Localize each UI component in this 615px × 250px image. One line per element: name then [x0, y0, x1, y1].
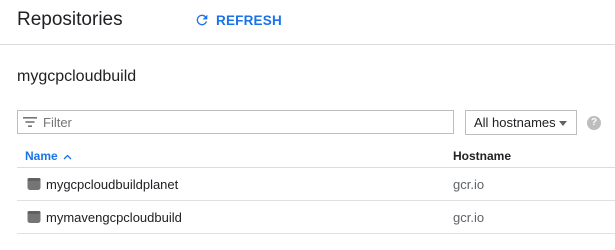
column-header-hostname[interactable]: Hostname [453, 149, 511, 163]
project-name: mygcpcloudbuild [17, 68, 137, 85]
table-row[interactable]: mymavengcpcloudbuild gcr.io [17, 201, 615, 234]
refresh-label: REFRESH [216, 12, 282, 28]
page-title: Repositories [17, 9, 123, 30]
repositories-table: Name Hostname mygcpcloudbuildplanet gcr.… [17, 143, 615, 234]
sort-ascending-icon [63, 149, 72, 163]
refresh-button[interactable]: REFRESH [194, 10, 282, 30]
hostname-select-value: All hostnames [474, 115, 556, 130]
repository-name[interactable]: mygcpcloudbuildplanet [46, 177, 178, 192]
dropdown-arrow-icon [559, 121, 567, 126]
filter-list-icon [18, 116, 43, 128]
table-row[interactable]: mygcpcloudbuildplanet gcr.io [17, 168, 615, 201]
help-icon[interactable]: ? [587, 116, 601, 130]
page-header: Repositories REFRESH [0, 0, 615, 45]
column-header-name[interactable]: Name [25, 149, 72, 163]
repository-hostname: gcr.io [453, 177, 485, 192]
hostname-select[interactable]: All hostnames [465, 110, 577, 135]
repository-name[interactable]: mymavengcpcloudbuild [46, 210, 182, 225]
column-header-name-label: Name [25, 149, 58, 163]
refresh-icon [194, 12, 210, 28]
repository-hostname: gcr.io [453, 210, 485, 225]
table-header: Name Hostname [17, 143, 615, 168]
filter-box[interactable] [17, 110, 454, 134]
filter-input[interactable] [43, 114, 423, 130]
